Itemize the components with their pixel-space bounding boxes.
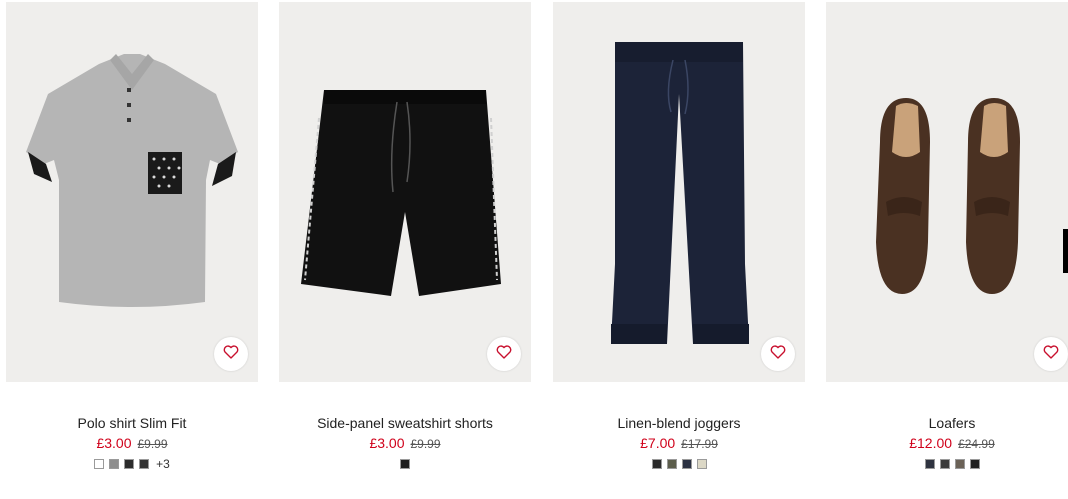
price-now: £3.00: [96, 435, 132, 451]
color-swatches: +3: [6, 458, 258, 470]
color-swatch[interactable]: [666, 459, 677, 469]
color-swatch[interactable]: [924, 459, 935, 469]
heart-icon: [770, 344, 786, 364]
product-prices: £12.00 £24.99: [826, 434, 1068, 453]
product-card-linen-joggers[interactable]: Linen-blend joggers £7.00 £17.99: [553, 0, 805, 469]
product-image-linen-joggers[interactable]: [553, 2, 805, 382]
price-now: £3.00: [369, 435, 405, 451]
heart-icon: [1043, 344, 1059, 364]
color-swatch[interactable]: [139, 459, 150, 469]
product-info: Linen-blend joggers £7.00 £17.99: [553, 414, 805, 470]
product-title[interactable]: Loafers: [826, 414, 1068, 432]
product-image-loafers[interactable]: [826, 2, 1068, 382]
product-info: Polo shirt Slim Fit £3.00 £9.99 +3: [6, 414, 258, 470]
color-swatches: [553, 458, 805, 470]
product-image-sweatshirt-shorts[interactable]: [279, 2, 531, 382]
product-grid: Polo shirt Slim Fit £3.00 £9.99 +3 Side-…: [0, 0, 1068, 499]
color-swatch[interactable]: [681, 459, 692, 469]
product-card-sweatshirt-shorts[interactable]: Side-panel sweatshirt shorts £3.00 £9.99: [279, 0, 531, 469]
product-image-polo-shirt[interactable]: [6, 2, 258, 382]
color-swatch[interactable]: [400, 459, 410, 469]
product-title[interactable]: Polo shirt Slim Fit: [6, 414, 258, 432]
color-swatch[interactable]: [94, 459, 105, 469]
color-swatch[interactable]: [954, 459, 965, 469]
price-was: £24.99: [958, 437, 995, 451]
favorite-button[interactable]: [1034, 337, 1068, 371]
product-title[interactable]: Side-panel sweatshirt shorts: [279, 414, 531, 432]
color-swatches: [826, 458, 1068, 470]
color-swatch[interactable]: [124, 459, 135, 469]
price-was: £9.99: [410, 437, 441, 451]
color-swatch[interactable]: [696, 459, 707, 469]
product-info: Side-panel sweatshirt shorts £3.00 £9.99: [279, 414, 531, 470]
heart-icon: [223, 344, 239, 364]
product-prices: £3.00 £9.99: [279, 434, 531, 453]
product-prices: £3.00 £9.99: [6, 434, 258, 453]
favorite-button[interactable]: [214, 337, 248, 371]
color-swatch[interactable]: [939, 459, 950, 469]
color-swatch[interactable]: [109, 459, 120, 469]
price-now: £12.00: [909, 435, 953, 451]
favorite-button[interactable]: [487, 337, 521, 371]
price-now: £7.00: [640, 435, 676, 451]
heart-icon: [496, 344, 512, 364]
price-was: £9.99: [137, 437, 168, 451]
price-was: £17.99: [681, 437, 718, 451]
favorite-button[interactable]: [761, 337, 795, 371]
product-card-loafers[interactable]: Loafers £12.00 £24.99: [826, 0, 1068, 469]
color-swatch[interactable]: [651, 459, 662, 469]
product-info: Loafers £12.00 £24.99: [826, 414, 1068, 470]
color-swatch[interactable]: [969, 459, 980, 469]
product-prices: £7.00 £17.99: [553, 434, 805, 453]
product-title[interactable]: Linen-blend joggers: [553, 414, 805, 432]
product-card-polo-shirt[interactable]: Polo shirt Slim Fit £3.00 £9.99 +3: [6, 0, 258, 470]
color-swatches: [279, 458, 531, 470]
carousel-next-handle[interactable]: [1063, 229, 1068, 273]
more-colors-count[interactable]: +3: [156, 458, 170, 470]
